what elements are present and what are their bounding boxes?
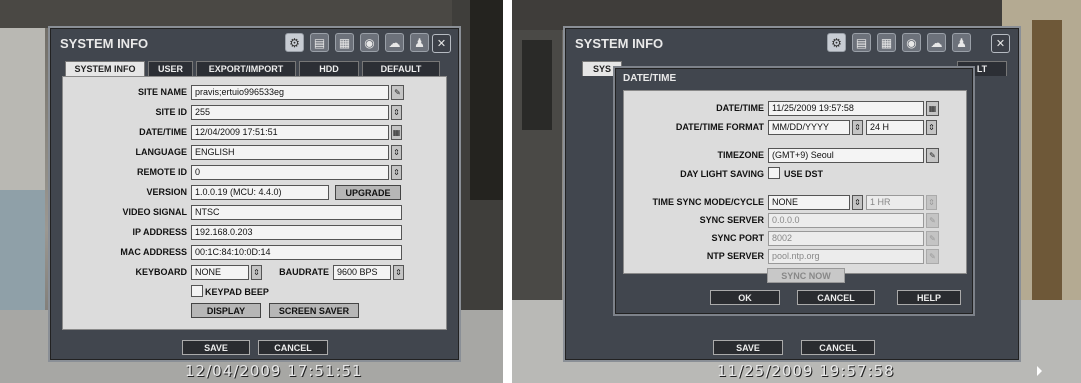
time-format-select[interactable]: 24 H — [866, 120, 924, 135]
keypad-beep-checkbox[interactable] — [191, 285, 203, 297]
tab-default[interactable]: DEFAULT — [362, 61, 440, 76]
version-label: VERSION — [146, 187, 187, 197]
site-name-label: SITE NAME — [137, 87, 187, 97]
calendar-icon[interactable]: ▦ — [926, 101, 939, 116]
daylight-saving-label: DAY LIGHT SAVING — [680, 169, 764, 179]
sync-cycle-select[interactable]: 1 HR — [866, 195, 924, 210]
save-button[interactable]: SAVE — [713, 340, 783, 355]
spin-icon[interactable]: ⇕ — [251, 265, 262, 280]
keyboard-label: KEYBOARD — [135, 267, 187, 277]
time-sync-mode-label: TIME SYNC MODE/CYCLE — [652, 197, 764, 207]
system-info-dialog: SYSTEM INFO ⚙ ▤ ▦ ◉ ☁ ♟ ✕ SYS LT DATE/TI… — [563, 26, 1021, 362]
sync-server-label: SYNC SERVER — [699, 215, 764, 225]
display-button[interactable]: DISPLAY — [191, 303, 261, 318]
camera-timestamp: 12/04/2009 17:51:51 — [185, 362, 363, 380]
sync-now-button[interactable]: SYNC NOW — [767, 268, 845, 283]
network-icon[interactable]: ◉ — [902, 33, 921, 52]
baudrate-label: BAUDRATE — [279, 267, 329, 277]
close-icon[interactable]: ✕ — [432, 34, 451, 53]
use-dst-checkbox[interactable] — [768, 167, 780, 179]
datetime-popup: DATE/TIME DATE/TIME 11/25/2009 19:57:58 … — [613, 66, 975, 316]
version-field: 1.0.0.19 (MCU: 4.4.0) — [191, 185, 329, 200]
language-select[interactable]: ENGLISH — [191, 145, 389, 160]
system-gear-icon[interactable]: ⚙ — [285, 33, 304, 52]
system-gear-icon[interactable]: ⚙ — [827, 33, 846, 52]
edit-icon[interactable]: ✎ — [926, 148, 939, 163]
spin-icon[interactable]: ⇕ — [393, 265, 404, 280]
popup-title: DATE/TIME — [623, 73, 677, 84]
spin-icon[interactable]: ⇕ — [391, 145, 402, 160]
baudrate-select[interactable]: 9600 BPS — [333, 265, 391, 280]
remote-id-field[interactable]: 0 — [191, 165, 389, 180]
system-info-dialog: SYSTEM INFO ⚙ ▤ ▦ ◉ ☁ ♟ ✕ SYSTEM INFO US… — [48, 26, 461, 362]
tab-user[interactable]: USER — [148, 61, 193, 76]
user-icon[interactable]: ♟ — [410, 33, 429, 52]
tab-export-import[interactable]: EXPORT/IMPORT — [196, 61, 296, 76]
spin-icon[interactable]: ⇕ — [852, 120, 863, 135]
ntp-server-field[interactable]: pool.ntp.org — [768, 249, 924, 264]
window-title: SYSTEM INFO — [60, 36, 149, 51]
camera-timestamp: 11/25/2009 19:57:58 — [717, 362, 895, 380]
save-button[interactable]: SAVE — [182, 340, 250, 355]
site-id-field[interactable]: 255 — [191, 105, 389, 120]
mac-address-field: 00:1C:84:10:0D:14 — [191, 245, 402, 260]
video-signal-field: NTSC — [191, 205, 402, 220]
tab-system-info[interactable]: SYSTEM INFO — [65, 61, 145, 76]
spin-icon[interactable]: ⇕ — [852, 195, 863, 210]
storage-icon[interactable]: ▤ — [310, 33, 329, 52]
site-id-label: SITE ID — [155, 107, 187, 117]
spin-icon[interactable]: ⇕ — [391, 165, 402, 180]
popup-cancel-button[interactable]: CANCEL — [797, 290, 875, 305]
date-format-select[interactable]: MM/DD/YYYY — [768, 120, 850, 135]
use-dst-label: USE DST — [784, 169, 824, 179]
cancel-button[interactable]: CANCEL — [801, 340, 875, 355]
keypad-beep-label: KEYPAD BEEP — [205, 287, 269, 297]
close-icon[interactable]: ✕ — [991, 34, 1010, 53]
remote-id-label: REMOTE ID — [136, 167, 187, 177]
datetime-label: DATE/TIME — [139, 127, 187, 137]
system-info-panel: SITE NAME pravis;ertuio996533eg ✎ SITE I… — [62, 76, 447, 330]
edit-icon[interactable]: ✎ — [926, 231, 939, 246]
cancel-button[interactable]: CANCEL — [258, 340, 328, 355]
spin-icon[interactable]: ⇕ — [391, 105, 402, 120]
edit-icon[interactable]: ✎ — [926, 249, 939, 264]
user-icon[interactable]: ♟ — [952, 33, 971, 52]
sync-server-field[interactable]: 0.0.0.0 — [768, 213, 924, 228]
sync-port-field[interactable]: 8002 — [768, 231, 924, 246]
window-title: SYSTEM INFO — [575, 36, 664, 51]
spin-icon[interactable]: ⇕ — [926, 195, 937, 210]
ntp-server-label: NTP SERVER — [706, 251, 764, 261]
datetime-panel: DATE/TIME 11/25/2009 19:57:58 ▦ DATE/TIM… — [623, 90, 967, 274]
ok-button[interactable]: OK — [710, 290, 780, 305]
record-icon[interactable]: ▦ — [335, 33, 354, 52]
upgrade-button[interactable]: UPGRADE — [335, 185, 401, 200]
timezone-field[interactable]: (GMT+9) Seoul — [768, 148, 924, 163]
sync-mode-select[interactable]: NONE — [768, 195, 850, 210]
tab-hdd[interactable]: HDD — [299, 61, 359, 76]
spin-icon[interactable]: ⇕ — [926, 120, 937, 135]
keyboard-select[interactable]: NONE — [191, 265, 249, 280]
edit-icon[interactable]: ✎ — [391, 85, 404, 100]
calendar-icon[interactable]: ▦ — [391, 125, 402, 140]
datetime-field[interactable]: 12/04/2009 17:51:51 — [191, 125, 389, 140]
edit-icon[interactable]: ✎ — [926, 213, 939, 228]
language-label: LANGUAGE — [135, 147, 188, 157]
ip-address-label: IP ADDRESS — [132, 227, 187, 237]
video-signal-label: VIDEO SIGNAL — [122, 207, 187, 217]
help-button[interactable]: HELP — [897, 290, 961, 305]
site-name-field[interactable]: pravis;ertuio996533eg — [191, 85, 389, 100]
ip-address-field: 192.168.0.203 — [191, 225, 402, 240]
event-icon[interactable]: ☁ — [385, 33, 404, 52]
mac-address-label: MAC ADDRESS — [120, 247, 187, 257]
network-icon[interactable]: ◉ — [360, 33, 379, 52]
storage-icon[interactable]: ▤ — [852, 33, 871, 52]
timezone-label: TIMEZONE — [717, 150, 765, 160]
event-icon[interactable]: ☁ — [927, 33, 946, 52]
datetime-label: DATE/TIME — [716, 103, 764, 113]
record-icon[interactable]: ▦ — [877, 33, 896, 52]
datetime-field[interactable]: 11/25/2009 19:57:58 — [768, 101, 924, 116]
sync-port-label: SYNC PORT — [711, 233, 764, 243]
screen-saver-button[interactable]: SCREEN SAVER — [269, 303, 359, 318]
datetime-format-label: DATE/TIME FORMAT — [675, 122, 764, 132]
